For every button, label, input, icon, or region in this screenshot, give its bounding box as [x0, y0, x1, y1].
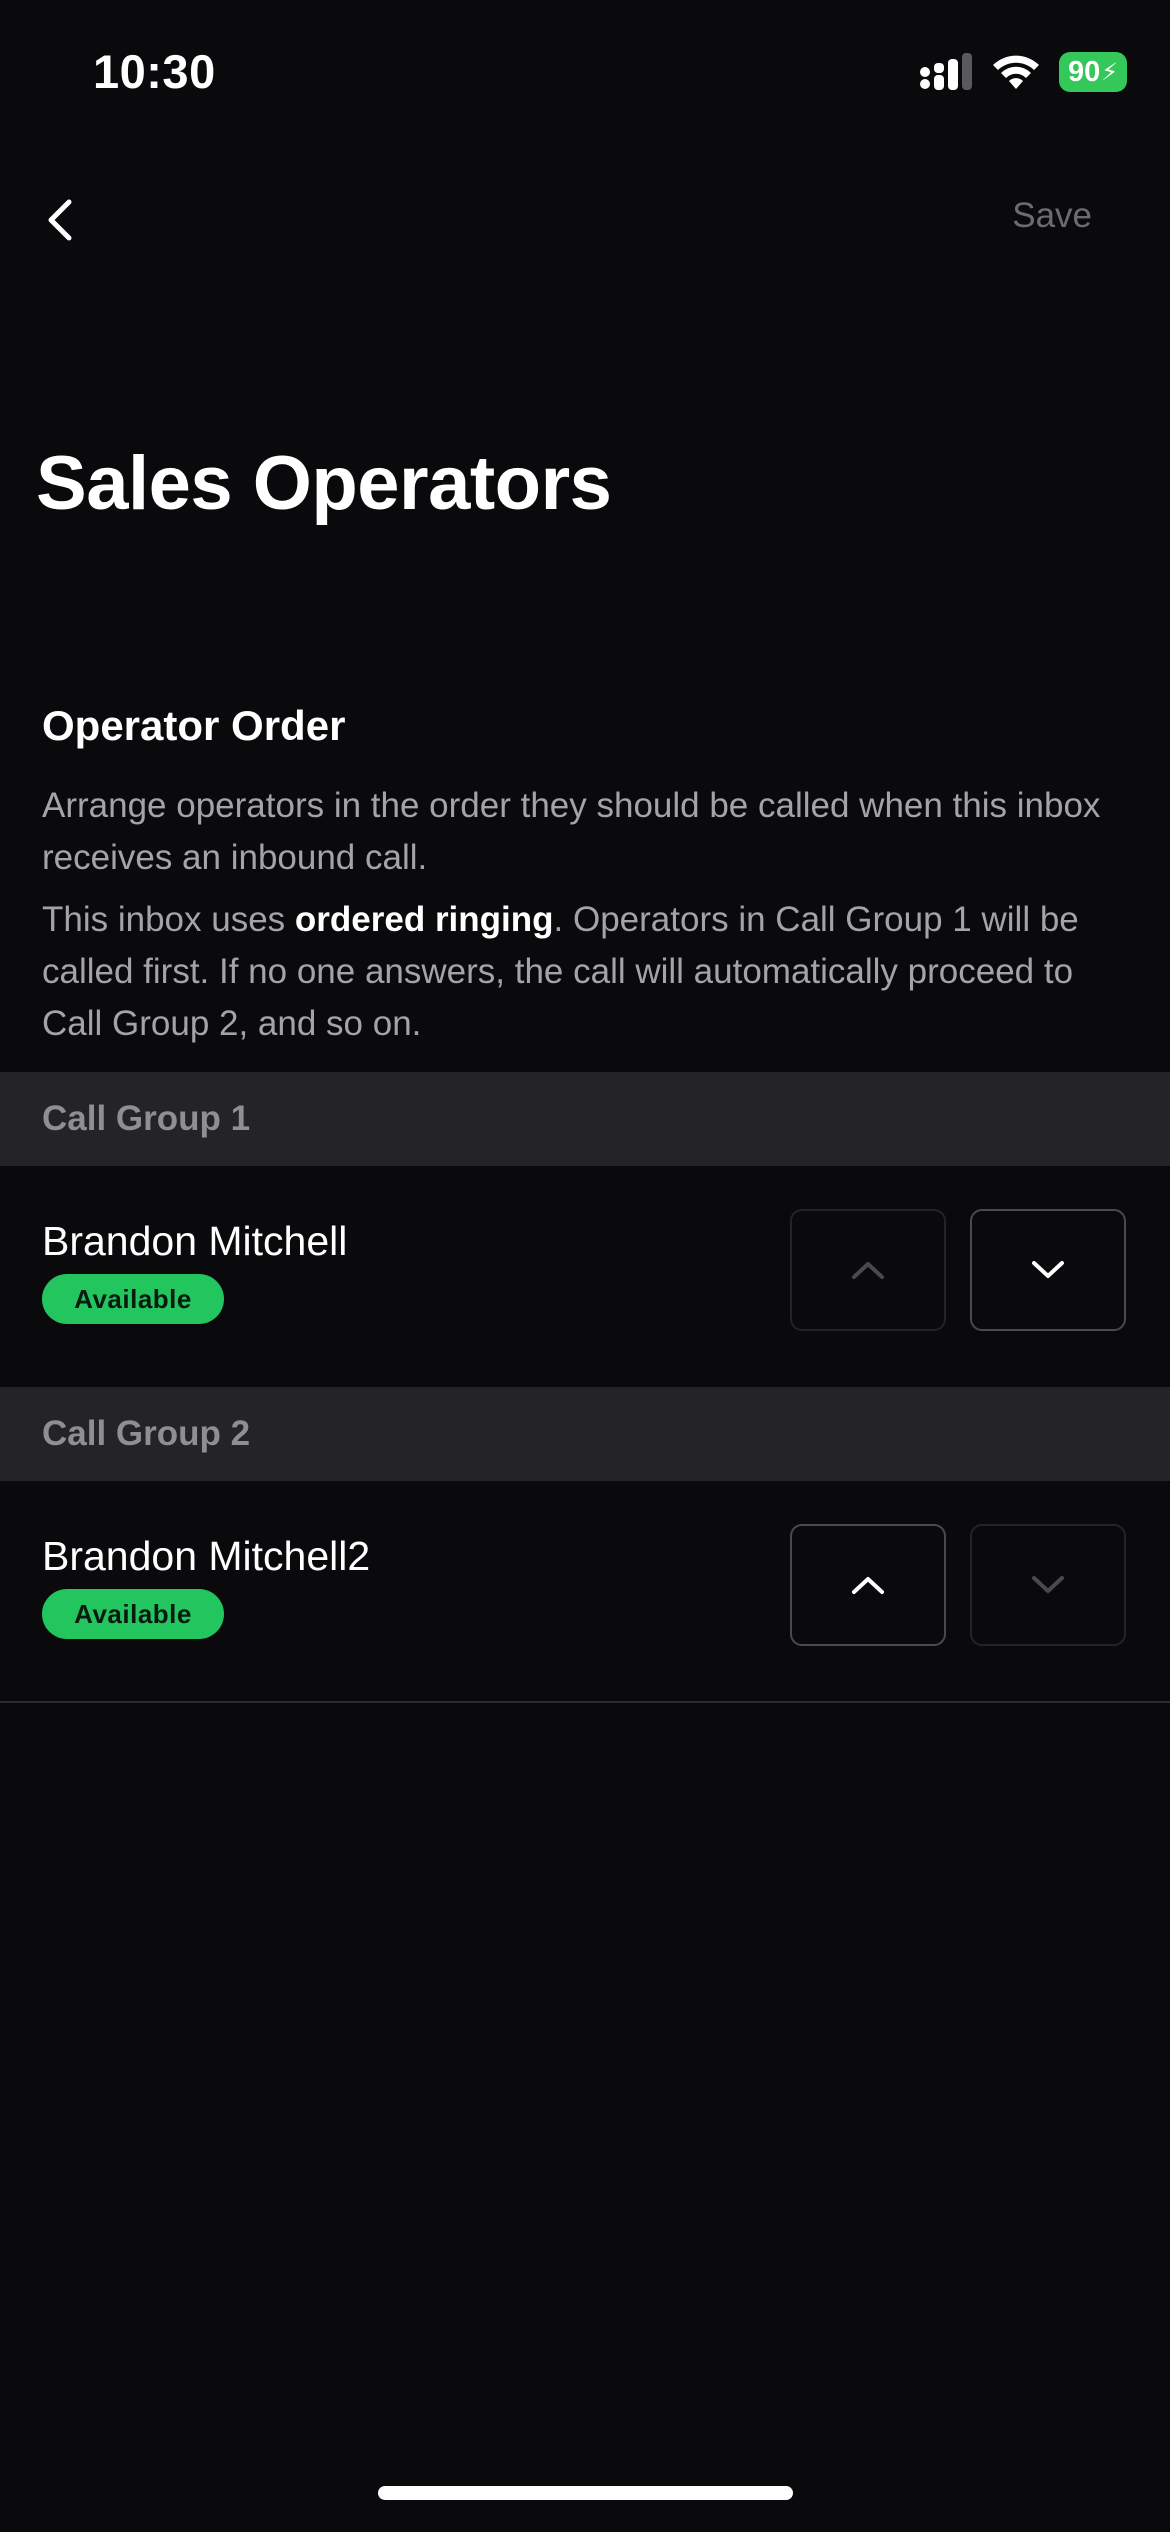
- status-icons: 90 ⚡: [919, 52, 1127, 92]
- signal-icon: [920, 53, 972, 90]
- wifi-icon: [993, 55, 1039, 89]
- battery-pill: 90 ⚡: [1059, 52, 1127, 92]
- ringing-description: This inbox uses ordered ringing. Operato…: [42, 894, 1132, 1050]
- ringing-mode: ordered ringing: [294, 900, 554, 939]
- operator-name: Brandon Mitchell: [42, 1218, 348, 1264]
- order-description: Arrange operators in the order they shou…: [42, 786, 1101, 877]
- section-heading: Operator Order: [42, 702, 346, 749]
- chevron-down-icon: [1032, 1576, 1064, 1593]
- call-group-label: Call Group 1: [42, 1099, 251, 1138]
- ringing-prefix: This inbox uses: [42, 900, 295, 939]
- list-divider: [0, 1701, 1170, 1703]
- call-group-header: Call Group 2: [0, 1387, 1170, 1481]
- page-title: Sales Operators: [36, 441, 612, 526]
- status-badge: Available: [42, 1274, 224, 1324]
- home-indicator[interactable]: [378, 2486, 793, 2500]
- move-down-button[interactable]: [970, 1209, 1126, 1331]
- back-button[interactable]: [30, 190, 90, 250]
- operator-row: Brandon Mitchell Available: [0, 1166, 1170, 1386]
- battery-level: 90: [1067, 55, 1101, 88]
- call-group-label: Call Group 2: [42, 1414, 251, 1453]
- chevron-up-icon: [852, 1577, 884, 1594]
- call-group-header: Call Group 1: [0, 1072, 1170, 1166]
- move-down-button[interactable]: [970, 1524, 1126, 1646]
- save-button[interactable]: Save: [1012, 196, 1092, 236]
- status-bar: 10:30 90 ⚡: [0, 0, 1170, 150]
- operator-name: Brandon Mitchell2: [42, 1533, 371, 1579]
- status-time: 10:30: [93, 45, 216, 98]
- status-badge: Available: [42, 1589, 224, 1639]
- chevron-up-icon: [852, 1262, 884, 1279]
- operator-row: Brandon Mitchell2 Available: [0, 1481, 1170, 1701]
- nav-bar: Save: [0, 170, 1170, 260]
- battery-icon: 90 ⚡: [1059, 52, 1127, 92]
- chevron-down-icon: [1032, 1261, 1064, 1278]
- chevron-left-icon: [48, 199, 72, 241]
- charging-bolt-icon: ⚡: [1101, 58, 1119, 86]
- move-up-button[interactable]: [790, 1209, 946, 1331]
- move-up-button[interactable]: [790, 1524, 946, 1646]
